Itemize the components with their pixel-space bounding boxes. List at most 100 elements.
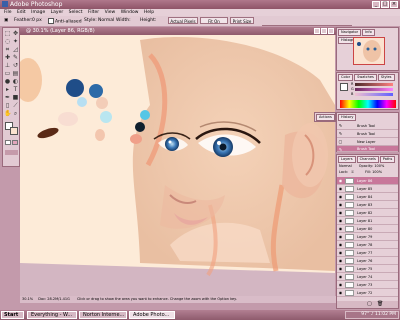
trash-icon[interactable]: 🗑 — [377, 301, 383, 308]
dodge-icon[interactable]: ◐ — [12, 78, 19, 85]
actual-pixels-button[interactable]: Actual Pixels — [168, 17, 198, 24]
navigator-tab[interactable]: Navigator — [338, 29, 362, 36]
menu-image[interactable]: Image — [31, 10, 45, 15]
eraser-icon[interactable]: ▭ — [4, 70, 11, 77]
taskbar-item-everything[interactable]: Everything - W... — [27, 311, 77, 319]
doc-close-icon[interactable] — [328, 28, 334, 34]
pen-icon[interactable]: ✒ — [4, 94, 11, 101]
eye-icon[interactable]: ◉ — [338, 186, 343, 191]
color-spectrum[interactable] — [340, 100, 396, 108]
lasso-icon[interactable]: ◌ — [4, 38, 11, 45]
fit-on-screen-button[interactable]: Fit On Screen — [200, 17, 228, 31]
layer-row[interactable]: ◉ Layer 80 — [337, 225, 398, 233]
eye-icon[interactable]: ◉ — [338, 178, 343, 183]
document-canvas[interactable] — [20, 35, 335, 296]
menu-help[interactable]: Help — [144, 10, 154, 15]
start-button[interactable]: Start — [1, 311, 24, 319]
eye-icon[interactable]: ◉ — [338, 234, 343, 239]
zoom-level[interactable]: 30.1% — [22, 297, 33, 301]
layer-row[interactable]: ◉ Layer 72 — [337, 289, 398, 297]
history-item-current[interactable]: ✎ Brush Tool — [337, 146, 398, 152]
notes-icon[interactable]: ▯ — [4, 102, 11, 109]
brush-icon[interactable]: ✎ — [12, 54, 19, 61]
history-brush-icon[interactable]: ↺ — [12, 62, 19, 69]
history-item[interactable]: ✎ Brush Tool — [337, 130, 398, 138]
layer-row[interactable]: ◉ Layer 85 — [337, 185, 398, 193]
opacity-value[interactable]: 100% — [374, 164, 384, 168]
layers-tab[interactable]: Layers — [338, 156, 356, 163]
zoom-icon[interactable]: ⌕ — [12, 110, 19, 117]
layer-row[interactable]: ◉ Layer 76 — [337, 257, 398, 265]
color-tab[interactable]: Color — [338, 74, 354, 81]
marquee-icon[interactable]: ⬚ — [4, 30, 11, 37]
crop-icon[interactable]: ⌗ — [4, 46, 11, 53]
eye-icon[interactable]: ◉ — [338, 290, 343, 295]
swatches-tab[interactable]: Swatches — [354, 74, 377, 81]
background-color-swatch[interactable] — [10, 127, 18, 135]
layer-row[interactable]: ◉ Layer 73 — [337, 281, 398, 289]
menu-filter[interactable]: Filter — [88, 10, 99, 15]
menu-view[interactable]: View — [105, 10, 116, 15]
magic-wand-icon[interactable]: ✦ — [12, 38, 19, 45]
taskbar-item-norton[interactable]: Norton Interne... — [79, 311, 127, 319]
stamp-icon[interactable]: ⊥ — [4, 62, 11, 69]
blend-mode-select[interactable]: Normal — [339, 164, 352, 168]
lock-icon[interactable]: ⚿ — [351, 170, 354, 174]
layer-row[interactable]: ◉ Layer 82 — [337, 209, 398, 217]
antialias-checkbox[interactable]: Anti-aliased — [48, 18, 82, 25]
menu-window[interactable]: Window — [121, 10, 139, 15]
eye-icon[interactable]: ◉ — [338, 242, 343, 247]
history-item[interactable]: ✎ Brush Tool — [337, 122, 398, 130]
blur-icon[interactable]: ● — [4, 78, 11, 85]
channels-tab[interactable]: Channels — [356, 156, 379, 163]
eyedropper-icon[interactable]: ⟋ — [12, 102, 19, 109]
path-icon[interactable]: ▸ — [4, 86, 11, 93]
speaker-icon[interactable]: ♪ — [371, 312, 374, 317]
menu-select[interactable]: Select — [69, 10, 83, 15]
slice-icon[interactable]: ◿ — [12, 46, 19, 53]
r-slider[interactable] — [355, 83, 393, 86]
eye-icon[interactable]: ◉ — [338, 250, 343, 255]
hand-icon[interactable]: ✋ — [4, 110, 11, 117]
clock[interactable]: 11:02 PM — [375, 312, 396, 317]
standard-mode-icon[interactable] — [5, 140, 11, 145]
maximize-icon[interactable]: □ — [381, 1, 389, 8]
fill-value[interactable]: 100% — [372, 170, 382, 174]
eye-icon[interactable]: ◉ — [338, 226, 343, 231]
layer-row[interactable]: ◉ Layer 75 — [337, 265, 398, 273]
doc-maximize-icon[interactable] — [321, 28, 327, 34]
eye-icon[interactable]: ◉ — [338, 282, 343, 287]
menu-file[interactable]: File — [4, 10, 12, 15]
feather-value[interactable]: 0 px — [32, 18, 42, 24]
new-layer-icon[interactable]: ▢ — [367, 301, 372, 308]
history-tab[interactable]: History — [338, 114, 357, 121]
style-select[interactable]: Normal — [98, 18, 114, 24]
move-icon[interactable]: ✥ — [12, 30, 19, 37]
layer-row[interactable]: ◉ Layer 78 — [337, 241, 398, 249]
layer-row[interactable]: ◉ Layer 81 — [337, 217, 398, 225]
layer-row[interactable]: ◉ Layer 74 — [337, 273, 398, 281]
healing-icon[interactable]: ✚ — [4, 54, 11, 61]
eye-icon[interactable]: ◉ — [338, 210, 343, 215]
eye-icon[interactable]: ◉ — [338, 266, 343, 271]
eye-icon[interactable]: ◉ — [338, 194, 343, 199]
navigator-thumbnail[interactable] — [353, 37, 385, 65]
screen-mode-icon[interactable] — [5, 150, 18, 155]
tool-preset-icon[interactable]: ▣ — [4, 18, 8, 24]
eye-icon[interactable]: ◉ — [338, 274, 343, 279]
info-tab[interactable]: Info — [362, 29, 375, 36]
eye-icon[interactable]: ◉ — [338, 258, 343, 263]
taskbar-item-photoshop[interactable]: Adobe Photo... — [129, 311, 175, 319]
actions-tab[interactable]: Actions — [316, 114, 335, 121]
doc-minimize-icon[interactable] — [314, 28, 320, 34]
layer-row-active[interactable]: ◉ Layer 86 — [337, 177, 398, 185]
eye-icon[interactable]: ◉ — [338, 218, 343, 223]
print-size-button[interactable]: Print Size — [230, 17, 254, 24]
history-item[interactable]: ▢ New Layer — [337, 138, 398, 146]
layer-row[interactable]: ◉ Layer 79 — [337, 233, 398, 241]
layer-row[interactable]: ◉ Layer 83 — [337, 201, 398, 209]
shape-icon[interactable]: ■ — [12, 94, 19, 101]
b-slider[interactable] — [355, 93, 393, 96]
actions-panel-tab[interactable]: Actions — [314, 112, 336, 122]
g-slider[interactable] — [355, 88, 393, 91]
